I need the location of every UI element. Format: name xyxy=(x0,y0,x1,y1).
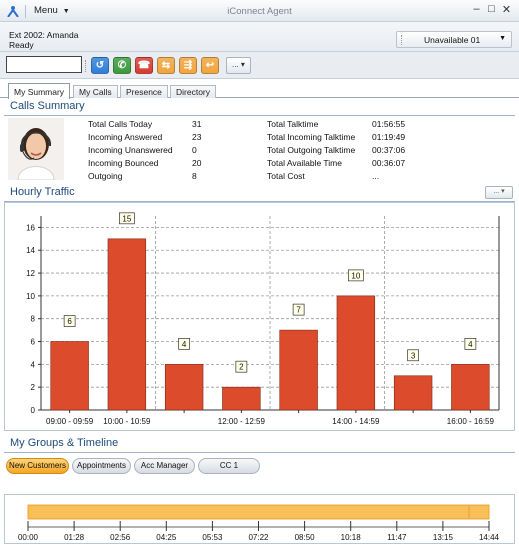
hangup-call-icon: ☎ xyxy=(137,60,151,71)
hold-call-button[interactable]: ⇆ xyxy=(157,57,175,74)
stat-value: 0 xyxy=(192,145,197,155)
section-divider xyxy=(4,452,515,453)
title-bar: Menu ▼ iConnect Agent – □ ✕ xyxy=(0,0,519,22)
dial-input[interactable] xyxy=(6,56,82,73)
tab-presence[interactable]: Presence xyxy=(120,85,168,98)
stat-label: Total Talktime xyxy=(267,119,319,129)
stat-label: Total Incoming Talktime xyxy=(267,132,356,142)
stat-value: 01:19:49 xyxy=(372,132,406,142)
stat-label: Incoming Bounced xyxy=(88,158,159,168)
agent-state: Ready xyxy=(9,40,34,50)
extension-label: Ext 2002: Amanda xyxy=(9,30,79,40)
dropdown-grip xyxy=(401,35,403,45)
conference-call-button[interactable]: ⇶ xyxy=(179,57,197,74)
stat-label: Incoming Unanswered xyxy=(88,145,173,155)
hourly-traffic-title: Hourly Traffic xyxy=(10,186,75,198)
stat-label: Total Outgoing Talktime xyxy=(267,145,356,155)
stat-value: 31 xyxy=(192,119,202,129)
conference-call-icon: ⇶ xyxy=(183,60,193,71)
section-divider xyxy=(4,115,515,116)
answer-call-icon: ✆ xyxy=(117,60,127,71)
tab-my-calls[interactable]: My Calls xyxy=(73,85,118,98)
stat-value: 01:56:55 xyxy=(372,119,406,129)
maximize-button[interactable]: □ xyxy=(485,3,498,15)
retrieve-call-button[interactable]: ↩ xyxy=(201,57,219,74)
agent-avatar xyxy=(8,118,64,180)
status-dropdown-value: Unavailable 01 xyxy=(424,35,481,45)
stat-label: Outgoing xyxy=(88,171,123,181)
hangup-call-button[interactable]: ☎ xyxy=(135,57,153,74)
chart-more-label: ... xyxy=(493,188,500,195)
stat-value: 00:36:07 xyxy=(372,158,406,168)
stat-label: Incoming Answered xyxy=(88,132,163,142)
stat-value: 8 xyxy=(192,171,197,181)
minimize-button[interactable]: – xyxy=(470,3,483,15)
tab-my-summary[interactable]: My Summary xyxy=(8,83,71,99)
more-label: ... xyxy=(232,60,239,69)
stat-label: Total Cost xyxy=(267,171,305,181)
group-button-appointments[interactable]: Appointments xyxy=(72,458,131,474)
stat-value: ... xyxy=(372,171,380,181)
agent-info: Ext 2002: Amanda Ready xyxy=(9,30,78,50)
retrieve-call-icon: ↩ xyxy=(205,60,215,71)
stat-label: Total Calls Today xyxy=(88,119,153,129)
calls-summary-title: Calls Summary xyxy=(10,100,85,112)
hourly-traffic-chart xyxy=(4,202,515,431)
tab-directory[interactable]: Directory xyxy=(170,85,217,98)
toolbar-more-button[interactable]: ... ▾ xyxy=(226,57,251,74)
group-button-cc-1[interactable]: CC 1 xyxy=(198,458,260,474)
transfer-call-icon: ↺ xyxy=(95,60,105,71)
group-button-new-customers[interactable]: New Customers xyxy=(6,458,69,474)
group-button-acc-manager[interactable]: Acc Manager xyxy=(134,458,195,474)
window-title: iConnect Agent xyxy=(227,6,292,17)
transfer-call-button[interactable]: ↺ xyxy=(91,57,109,74)
timeline-panel xyxy=(4,494,515,544)
answer-call-button[interactable]: ✆ xyxy=(113,57,131,74)
chevron-down-icon: ▼ xyxy=(499,35,506,42)
close-button[interactable]: ✕ xyxy=(500,3,513,16)
toolbar-grip xyxy=(85,60,87,72)
stat-value: 23 xyxy=(192,132,202,142)
groups-timeline-title: My Groups & Timeline xyxy=(10,437,119,449)
stat-label: Total Available Time xyxy=(267,158,342,168)
stat-value: 20 xyxy=(192,158,202,168)
chart-options-button[interactable]: ... ▾ xyxy=(485,186,513,199)
hold-call-icon: ⇆ xyxy=(161,60,171,71)
stat-value: 00:37:06 xyxy=(372,145,406,155)
status-dropdown[interactable]: Unavailable 01 ▼ xyxy=(396,31,512,48)
